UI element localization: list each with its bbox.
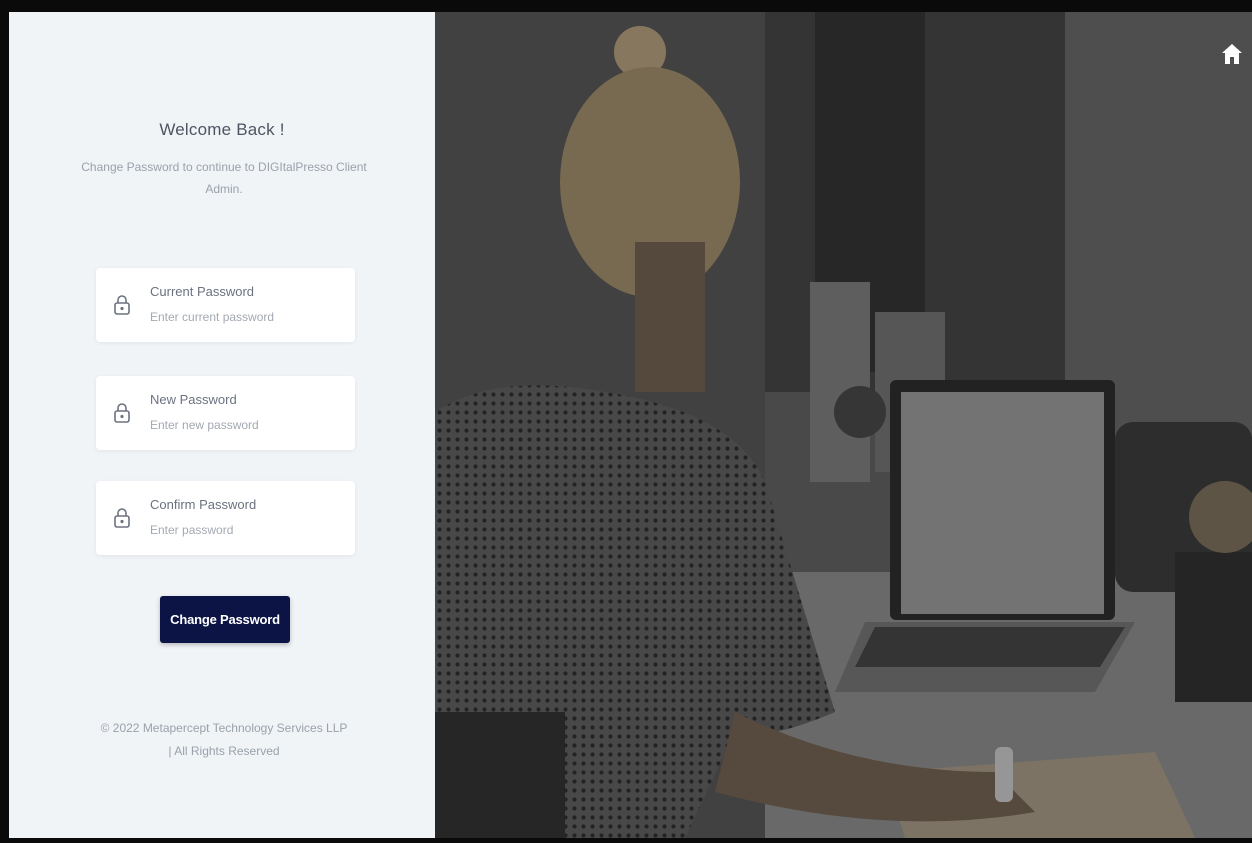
change-password-button[interactable]: Change Password bbox=[160, 596, 290, 643]
confirm-password-field[interactable]: Confirm Password bbox=[96, 481, 355, 555]
current-password-input[interactable] bbox=[148, 308, 342, 326]
welcome-title: Welcome Back ! bbox=[159, 120, 285, 139]
footer-copyright: © 2022 Metapercept Technology Services L… bbox=[100, 721, 348, 735]
home-icon[interactable] bbox=[1221, 42, 1243, 66]
lock-icon bbox=[114, 403, 130, 423]
lock-icon bbox=[114, 295, 130, 315]
new-password-field[interactable]: New Password bbox=[96, 376, 355, 450]
new-password-label: New Password bbox=[150, 392, 237, 407]
welcome-subtitle: Change Password to continue to DIGItalPr… bbox=[81, 160, 367, 196]
footer-rights: | All Rights Reserved bbox=[168, 744, 280, 758]
hero-image bbox=[435, 12, 1252, 838]
lock-icon bbox=[114, 508, 130, 528]
current-password-field[interactable]: Current Password bbox=[96, 268, 355, 342]
confirm-password-input[interactable] bbox=[148, 521, 342, 539]
current-password-label: Current Password bbox=[150, 284, 255, 299]
new-password-input[interactable] bbox=[148, 416, 342, 434]
confirm-password-label: Confirm Password bbox=[150, 497, 257, 512]
page-frame: Welcome Back ! Change Password to contin… bbox=[0, 0, 1252, 843]
hero-illustration bbox=[435, 12, 1252, 838]
auth-panel: Welcome Back ! Change Password to contin… bbox=[9, 12, 435, 838]
footer: © 2022 Metapercept Technology Services L… bbox=[69, 717, 379, 763]
